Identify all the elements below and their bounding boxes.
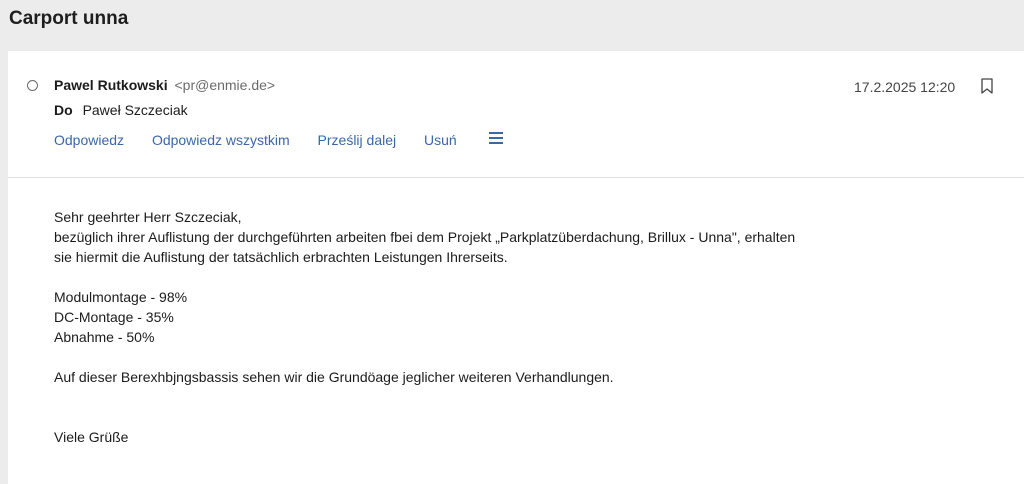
body-closing-line: Auf dieser Berexhbjngsbassis sehen wir d… <box>54 369 614 385</box>
sender-name[interactable]: Pawel Rutkowski <box>54 77 168 93</box>
subject-bar: Carport unna <box>0 0 1024 50</box>
hamburger-menu-icon[interactable] <box>488 132 503 145</box>
radio-circle-icon[interactable] <box>27 80 38 91</box>
body-list-item: DC-Montage - 35% <box>54 309 174 325</box>
message-card: Pawel Rutkowski <pr@enmie.de> Do Paweł S… <box>8 51 1024 484</box>
header-divider <box>8 177 1024 178</box>
message-body: Sehr geehrter Herr Szczeciak, bezüglich … <box>54 207 994 447</box>
body-line: sie hiermit die Auflistung der tatsächli… <box>54 249 508 265</box>
recipient-name[interactable]: Paweł Szczeciak <box>83 102 188 118</box>
bookmark-icon[interactable] <box>980 78 994 94</box>
reply-button[interactable]: Odpowiedz <box>54 132 124 148</box>
body-line: bezüglich ihrer Auflistung der durchgefü… <box>54 229 796 245</box>
message-actions: Odpowiedz Odpowiedz wszystkim Prześlij d… <box>54 132 503 148</box>
body-greeting: Sehr geehrter Herr Szczeciak, <box>54 209 242 225</box>
forward-button[interactable]: Prześlij dalej <box>318 132 397 148</box>
delete-button[interactable]: Usuń <box>424 132 457 148</box>
body-list-item: Abnahme - 50% <box>54 329 155 345</box>
body-signoff: Viele Grüße <box>54 429 129 445</box>
sender-email: <pr@enmie.de> <box>174 77 276 93</box>
recipient-line: Do Paweł Szczeciak <box>54 102 188 118</box>
sender-line: Pawel Rutkowski <pr@enmie.de> <box>54 77 275 93</box>
body-list-item: Modulmontage - 98% <box>54 289 188 305</box>
reply-all-button[interactable]: Odpowiedz wszystkim <box>152 132 290 148</box>
email-subject: Carport unna <box>9 8 129 29</box>
recipient-label: Do <box>54 102 73 118</box>
received-date: 17.2.2025 12:20 <box>854 79 956 95</box>
